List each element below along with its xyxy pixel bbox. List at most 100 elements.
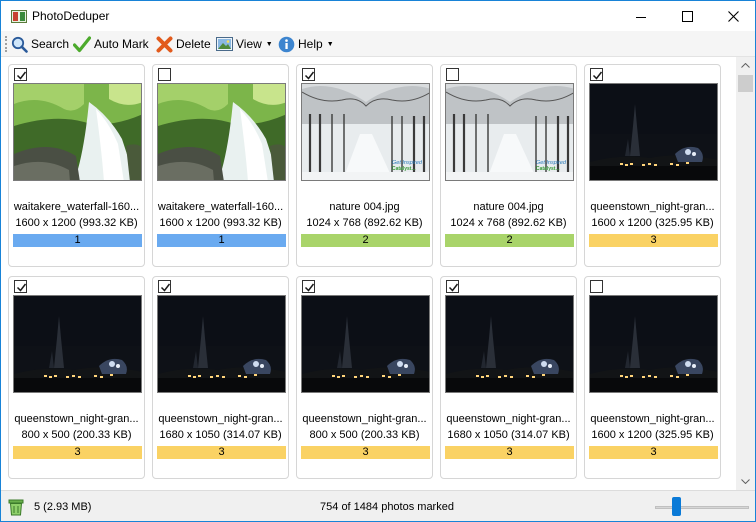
photo-thumbnail[interactable] — [157, 295, 286, 393]
toolbar-grip[interactable] — [5, 36, 8, 52]
photo-checkbox[interactable] — [590, 280, 603, 293]
duplicate-group-bar: 3 — [589, 446, 718, 459]
photo-thumbnail[interactable] — [589, 295, 718, 393]
duplicate-group-bar: 3 — [589, 234, 718, 247]
thumbnail-size-slider[interactable] — [655, 497, 749, 517]
search-label: Search — [31, 37, 70, 51]
photo-checkbox[interactable] — [302, 68, 315, 81]
photo-thumbnail[interactable]: Get Inspired Catalyst... — [301, 83, 430, 181]
delete-label: Delete — [176, 37, 211, 51]
photo-thumbnail[interactable] — [301, 295, 430, 393]
info-icon — [278, 36, 295, 52]
help-dropdown-arrow-icon: ▼ — [326, 40, 334, 48]
search-button[interactable]: Search — [11, 33, 69, 55]
photo-filename: queenstown_night-gran... — [446, 413, 571, 425]
photo-card[interactable]: queenstown_night-gran... 800 x 500 (200.3… — [296, 276, 433, 479]
duplicate-group-bar: 2 — [445, 234, 574, 247]
photo-thumbnail[interactable]: Get Inspired Catalyst... — [445, 83, 574, 181]
maximize-button[interactable] — [664, 1, 710, 32]
photo-checkbox[interactable] — [14, 280, 27, 293]
photo-dimensions: 1680 x 1050 (314.07 KB) — [447, 429, 570, 441]
close-button[interactable] — [710, 1, 756, 32]
photo-card[interactable]: waitakere_waterfall-160... 1600 x 1200 (9… — [8, 64, 145, 267]
close-icon — [727, 11, 739, 22]
help-menu-button[interactable]: Help ▼ — [278, 33, 334, 55]
delete-x-icon — [156, 36, 173, 52]
photo-filename: nature 004.jpg — [329, 201, 400, 213]
photo-checkbox[interactable] — [158, 68, 171, 81]
deleted-count: 5 (2.93 MB) — [34, 501, 92, 513]
duplicate-group-bar: 3 — [445, 446, 574, 459]
duplicate-group-bar: 3 — [157, 446, 286, 459]
photo-filename: queenstown_night-gran... — [590, 413, 715, 425]
photo-dimensions: 1600 x 1200 (325.95 KB) — [591, 217, 714, 229]
window-title: PhotoDeduper — [32, 9, 110, 23]
photo-thumbnail[interactable] — [445, 295, 574, 393]
maximize-icon — [681, 11, 693, 22]
duplicate-group-bar: 3 — [13, 446, 142, 459]
photo-checkbox[interactable] — [590, 68, 603, 81]
photo-dimensions: 1680 x 1050 (314.07 KB) — [159, 429, 282, 441]
view-dropdown-arrow-icon: ▼ — [265, 40, 273, 48]
photo-dimensions: 800 x 500 (200.33 KB) — [309, 429, 420, 441]
svg-text:Catalyst...: Catalyst... — [536, 166, 560, 172]
scrollbar-thumb[interactable] — [738, 75, 753, 92]
title-bar: PhotoDeduper — [0, 0, 756, 31]
photo-card[interactable]: queenstown_night-gran... 800 x 500 (200.3… — [8, 276, 145, 479]
recycle-bin-icon — [8, 499, 24, 516]
minimize-icon — [636, 16, 646, 18]
scroll-up-arrow-icon[interactable] — [736, 57, 755, 74]
photo-thumbnail[interactable] — [589, 83, 718, 181]
photo-filename: queenstown_night-gran... — [14, 413, 139, 425]
photo-filename: queenstown_night-gran... — [590, 201, 715, 213]
view-menu-button[interactable]: View ▼ — [216, 33, 273, 55]
photo-dimensions: 1024 x 768 (892.62 KB) — [306, 217, 423, 229]
minimize-button[interactable] — [618, 1, 664, 32]
photo-checkbox[interactable] — [158, 280, 171, 293]
vertical-scrollbar[interactable] — [736, 57, 755, 490]
duplicate-group-bar: 2 — [301, 234, 430, 247]
photo-grid: waitakere_waterfall-160... 1600 x 1200 (9… — [1, 57, 736, 490]
photo-checkbox[interactable] — [446, 280, 459, 293]
delete-button[interactable]: Delete — [156, 33, 211, 55]
help-label: Help — [298, 37, 323, 51]
photo-checkbox[interactable] — [302, 280, 315, 293]
duplicate-group-bar: 1 — [157, 234, 286, 247]
photo-thumbnail[interactable] — [13, 83, 142, 181]
photo-card[interactable]: Get Inspired Catalyst... nature 004.jpg 102… — [296, 64, 433, 267]
magnifier-icon — [11, 36, 28, 53]
photo-filename: queenstown_night-gran... — [302, 413, 427, 425]
photo-filename: waitakere_waterfall-160... — [157, 201, 284, 213]
photo-card[interactable]: queenstown_night-gran... 1680 x 1050 (314… — [440, 276, 577, 479]
auto-mark-label: Auto Mark — [94, 37, 149, 51]
scroll-down-arrow-icon[interactable] — [736, 473, 755, 490]
photo-checkbox[interactable] — [446, 68, 459, 81]
photo-thumbnail[interactable] — [13, 295, 142, 393]
duplicate-group-bar: 1 — [13, 234, 142, 247]
photo-filename: queenstown_night-gran... — [158, 413, 283, 425]
marked-summary: 754 of 1484 photos marked — [320, 501, 454, 513]
slider-track — [655, 506, 749, 509]
photo-card[interactable]: queenstown_night-gran... 1680 x 1050 (314… — [152, 276, 289, 479]
photo-card[interactable]: queenstown_night-gran... 1600 x 1200 (325… — [584, 276, 721, 479]
slider-thumb[interactable] — [672, 497, 681, 516]
photo-filename: nature 004.jpg — [473, 201, 544, 213]
svg-text:Catalyst...: Catalyst... — [392, 166, 416, 172]
photo-card[interactable]: queenstown_night-gran... 1600 x 1200 (325… — [584, 64, 721, 267]
photo-dimensions: 1024 x 768 (892.62 KB) — [450, 217, 567, 229]
duplicate-group-bar: 3 — [301, 446, 430, 459]
photo-dimensions: 800 x 500 (200.33 KB) — [21, 429, 132, 441]
status-bar: 5 (2.93 MB) 754 of 1484 photos marked — [1, 490, 755, 521]
photo-filename: waitakere_waterfall-160... — [13, 201, 140, 213]
photo-dimensions: 1600 x 1200 (325.95 KB) — [591, 429, 714, 441]
photo-thumbnail[interactable] — [157, 83, 286, 181]
app-icon — [11, 10, 27, 23]
photo-checkbox[interactable] — [14, 68, 27, 81]
picture-icon — [216, 37, 233, 51]
checkmark-icon — [73, 35, 91, 52]
photo-card[interactable]: waitakere_waterfall-160... 1600 x 1200 (9… — [152, 64, 289, 267]
auto-mark-button[interactable]: Auto Mark — [73, 33, 149, 55]
photo-dimensions: 1600 x 1200 (993.32 KB) — [159, 217, 282, 229]
toolbar: Search Auto Mark Delete View ▼ Help ▼ — [1, 31, 755, 57]
photo-card[interactable]: Get Inspired Catalyst... nature 004.jpg 102… — [440, 64, 577, 267]
